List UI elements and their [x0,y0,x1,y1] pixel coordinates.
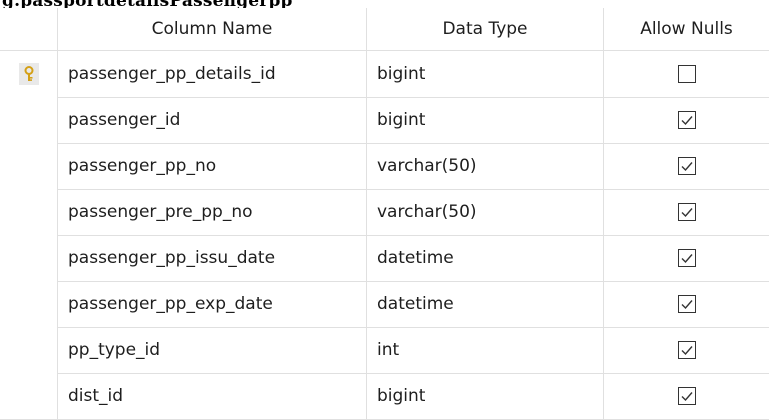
data-type-cell[interactable]: varchar(50) [367,189,604,235]
column-name-cell[interactable]: passenger_id [58,97,367,143]
allow-nulls-cell [604,327,769,373]
table-row[interactable]: passenger_pre_pp_no varchar(50) [0,189,769,236]
row-selector-header[interactable] [0,8,58,50]
key-icon [18,63,39,85]
table-row[interactable]: passenger_pp_details_id bigint [0,51,769,98]
checkmark-icon [681,254,693,264]
data-type-header[interactable]: Data Type [367,8,604,50]
column-name-cell[interactable]: passenger_pp_no [58,143,367,189]
table-row[interactable]: dist_id bigint [0,373,769,420]
row-selector[interactable] [0,281,58,327]
allow-nulls-checkbox[interactable] [677,157,696,175]
table-row[interactable]: pp_type_id int [0,327,769,374]
column-name-header[interactable]: Column Name [58,8,367,50]
allow-nulls-cell [604,51,769,97]
column-name-cell[interactable]: passenger_pp_issu_date [58,235,367,281]
column-name-cell[interactable]: dist_id [58,373,367,419]
title-fragment: g.passportdetailsPassengerpp [2,0,293,8]
allow-nulls-checkbox[interactable] [677,341,696,359]
grid-header: Column Name Data Type Allow Nulls [0,8,769,51]
table-row[interactable]: passenger_pp_no varchar(50) [0,143,769,190]
data-type-cell[interactable]: datetime [367,235,604,281]
allow-nulls-checkbox[interactable] [677,387,696,405]
data-type-cell[interactable]: datetime [367,281,604,327]
row-selector[interactable] [0,235,58,281]
data-type-cell[interactable]: bigint [367,97,604,143]
allow-nulls-cell [604,97,769,143]
allow-nulls-cell [604,189,769,235]
data-type-cell[interactable]: varchar(50) [367,143,604,189]
checkmark-icon [681,162,693,172]
row-selector[interactable] [0,373,58,419]
allow-nulls-checkbox[interactable] [677,249,696,267]
row-selector[interactable] [0,189,58,235]
allow-nulls-checkbox[interactable] [677,65,696,83]
data-type-cell[interactable]: bigint [367,51,604,97]
column-name-cell[interactable]: passenger_pp_exp_date [58,281,367,327]
table-design-grid: Column Name Data Type Allow Nulls passen… [0,8,769,420]
checkmark-icon [681,208,693,218]
checkmark-icon [681,300,693,310]
allow-nulls-cell [604,235,769,281]
allow-nulls-header[interactable]: Allow Nulls [604,8,769,50]
data-type-cell[interactable]: bigint [367,373,604,419]
column-name-cell[interactable]: pp_type_id [58,327,367,373]
row-selector[interactable] [0,143,58,189]
allow-nulls-checkbox[interactable] [677,111,696,129]
allow-nulls-cell [604,281,769,327]
column-name-cell[interactable]: passenger_pre_pp_no [58,189,367,235]
allow-nulls-cell [604,143,769,189]
checkmark-icon [681,392,693,402]
row-selector[interactable] [0,327,58,373]
allow-nulls-checkbox[interactable] [677,203,696,221]
title-strip: g.passportdetailsPassengerpp [0,0,769,8]
allow-nulls-checkbox[interactable] [677,295,696,313]
row-selector[interactable] [0,97,58,143]
data-type-cell[interactable]: int [367,327,604,373]
table-row[interactable]: passenger_pp_issu_date datetime [0,235,769,282]
checkmark-icon [681,116,693,126]
allow-nulls-cell [604,373,769,419]
table-row[interactable]: passenger_id bigint [0,97,769,144]
column-name-cell[interactable]: passenger_pp_details_id [58,51,367,97]
checkmark-icon [681,346,693,356]
table-row[interactable]: passenger_pp_exp_date datetime [0,281,769,328]
row-selector[interactable] [0,51,58,97]
